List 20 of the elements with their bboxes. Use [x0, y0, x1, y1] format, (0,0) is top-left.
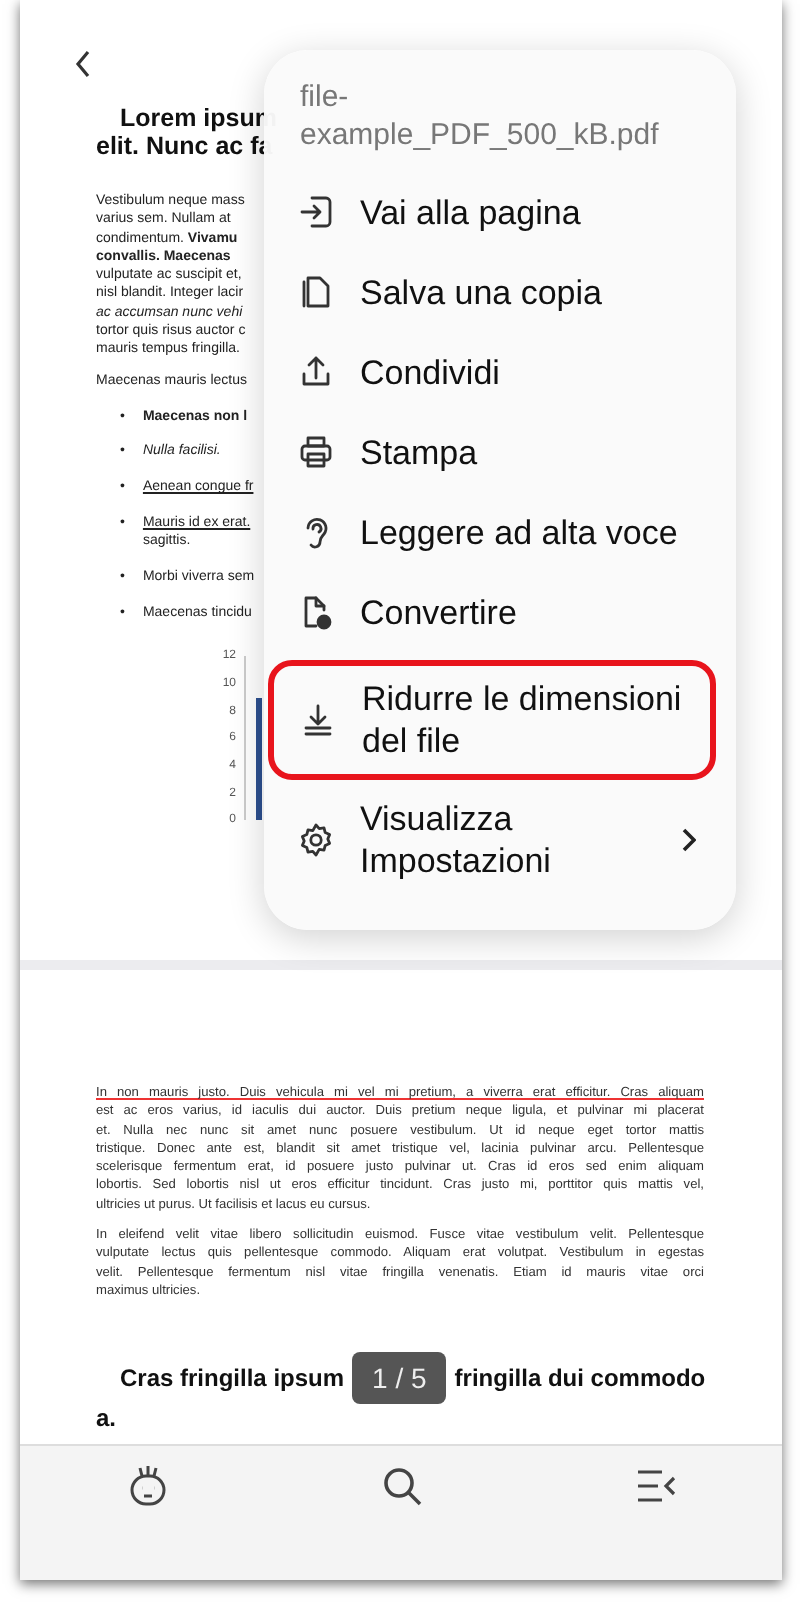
menu-item[interactable]: Stampa — [268, 412, 716, 492]
menu-item[interactable]: Condividi — [268, 332, 716, 412]
file-name: file- example_PDF_500_kB.pdf — [298, 78, 661, 154]
printer-icon — [296, 432, 336, 472]
chevron-right-icon — [680, 828, 696, 852]
settings-icon — [296, 820, 336, 860]
enter-icon — [296, 192, 336, 232]
menu-item[interactable]: Salva una copia — [268, 252, 716, 332]
menu-item[interactable]: Visualizza Impostazioni — [268, 780, 716, 900]
page-indicator: 1 / 5 — [352, 1352, 447, 1405]
menu-item[interactable]: Convertire — [268, 572, 716, 652]
document-heading: Cras fringilla ipsum — [120, 1364, 345, 1393]
menu-item[interactable]: Ridurre le dimensioni del file — [268, 660, 716, 780]
chart-bar — [256, 697, 262, 821]
document-heading: fringilla dui commodo — [454, 1364, 706, 1393]
document-heading: a. — [96, 1404, 119, 1433]
menu-item[interactable]: Vai alla pagina — [268, 172, 716, 252]
menu-item[interactable]: Leggere ad alta voce — [268, 492, 716, 572]
document-heading: Lorem ipsum — [118, 104, 277, 132]
document-heading: elit. Nunc ac fa — [96, 132, 273, 160]
